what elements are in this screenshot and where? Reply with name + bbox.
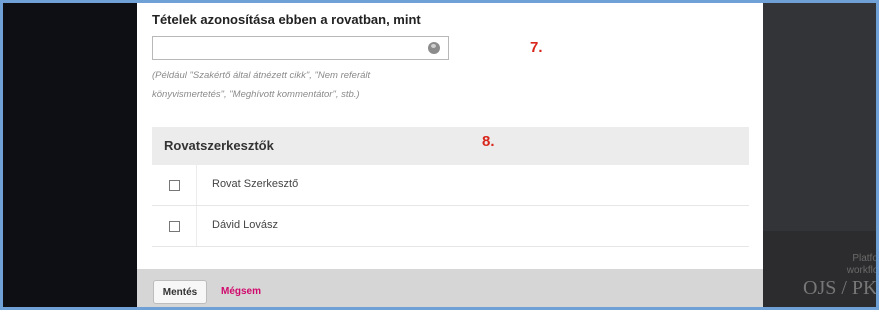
editor-name: Rovat Szerkesztő — [212, 178, 299, 190]
globe-icon[interactable] — [428, 42, 440, 54]
editor-checkbox[interactable] — [169, 221, 180, 232]
modal-footer: Mentés Mégsem — [137, 269, 763, 307]
hint-line: könyvismertetés", "Meghívott kommentátor… — [152, 89, 360, 100]
row-divider — [196, 165, 197, 205]
footer-workflow-text: workflow by — [846, 265, 876, 276]
section-editors-header: Rovatszerkesztők — [152, 127, 749, 165]
footer-brand[interactable]: Platform & workflow by OJS / PKP — [803, 253, 876, 299]
identify-items-label: Tételek azonosítása ebben a rovatban, mi… — [152, 12, 421, 27]
ojs-pkp-logo[interactable]: OJS / PKP — [803, 277, 876, 299]
editor-checkbox[interactable] — [169, 180, 180, 191]
identify-items-hint: (Például "Szakértő által átnézett cikk",… — [152, 66, 442, 104]
cancel-link[interactable]: Mégsem — [221, 286, 261, 297]
hint-line: (Például "Szakértő által átnézett cikk",… — [152, 70, 371, 81]
list-item: Rovat Szerkesztő — [152, 165, 749, 206]
section-edit-modal: Tételek azonosítása ebben a rovatban, mi… — [137, 3, 763, 307]
identify-items-input[interactable] — [152, 36, 449, 60]
row-divider — [196, 206, 197, 246]
editor-name: Dávid Lovász — [212, 219, 279, 231]
annotation-marker-8: 8. — [482, 133, 495, 150]
screenshot-frame: Platform & workflow by OJS / PKP Tételek… — [3, 3, 876, 307]
section-editors-title: Rovatszerkesztők — [164, 138, 274, 153]
page-background-right: Platform & workflow by OJS / PKP — [763, 3, 876, 307]
annotation-marker-7: 7. — [530, 39, 543, 56]
footer-platform-text: Platform & — [852, 253, 876, 264]
site-footer: Platform & workflow by OJS / PKP — [763, 231, 876, 307]
section-editors-list: Rovat Szerkesztő Dávid Lovász — [152, 165, 749, 247]
save-button[interactable]: Mentés — [153, 280, 207, 304]
list-item: Dávid Lovász — [152, 206, 749, 247]
